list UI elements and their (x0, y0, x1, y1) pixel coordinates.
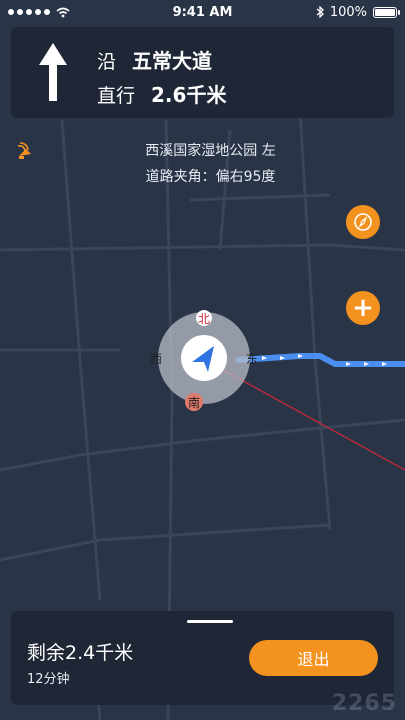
battery-icon (373, 6, 400, 18)
nav-distance-line: 直行 2.6千米 (97, 79, 226, 108)
nav-road-line: 沿五常大道 (97, 45, 212, 74)
drag-handle[interactable] (187, 620, 233, 623)
nav-distance-prefix: 直行 (97, 85, 136, 107)
nav-road-prefix: 沿 (97, 51, 117, 73)
compass-button[interactable] (346, 205, 380, 239)
poi-direction-text: 西溪国家湿地公园 左 (145, 143, 276, 159)
status-bar: 9:41 AM 100% (0, 0, 405, 24)
straight-arrow-icon (39, 43, 67, 101)
compass-west: 西 (150, 352, 162, 366)
compass-south: 南 (188, 395, 200, 410)
compass-east: 东 (246, 352, 258, 366)
watermark-logo: 2265 (331, 691, 397, 716)
compass-rose: 北 东 西 南 (150, 310, 258, 411)
remaining-time: 12分钟 (27, 672, 70, 687)
battery-percent: 100% (329, 4, 367, 20)
nav-distance: 2.6千米 (151, 83, 227, 107)
zoom-in-button[interactable]: + (346, 291, 380, 325)
remaining-distance: 剩余2.4千米 (27, 642, 134, 664)
nav-road-name: 五常大道 (132, 49, 213, 73)
compass-north: 北 (198, 312, 210, 326)
bluetooth-icon (316, 6, 324, 18)
exit-button[interactable]: 退出 (249, 640, 378, 676)
nav-instruction-card: 沿五常大道 直行 2.6千米 (11, 27, 394, 118)
road-angle-text: 道路夹角：偏右95度 (145, 169, 276, 185)
compass-icon (354, 213, 372, 231)
